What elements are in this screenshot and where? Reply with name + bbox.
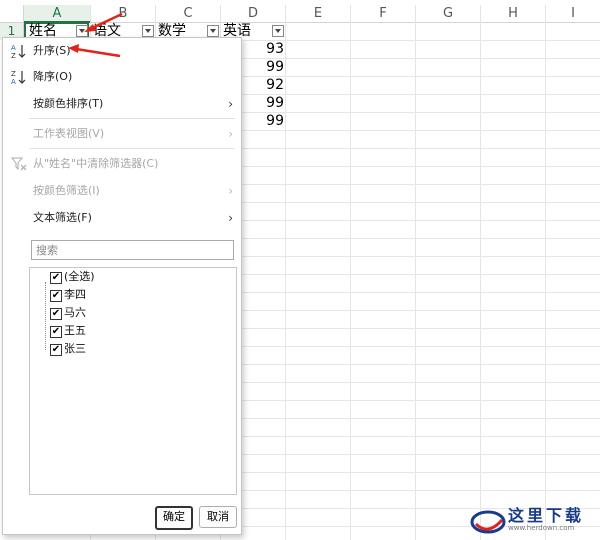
annotation-arrows [68,12,123,58]
arrow-to-filter-icon [84,12,123,32]
watermark-logo: 这里下载 www.herdown.com [468,500,598,538]
watermark-text: 这里下载 [508,506,585,525]
watermark-emblem-icon [470,510,506,534]
arrow-to-sort-ascending-icon [68,44,121,58]
watermark-url: www.herdown.com [508,524,575,532]
